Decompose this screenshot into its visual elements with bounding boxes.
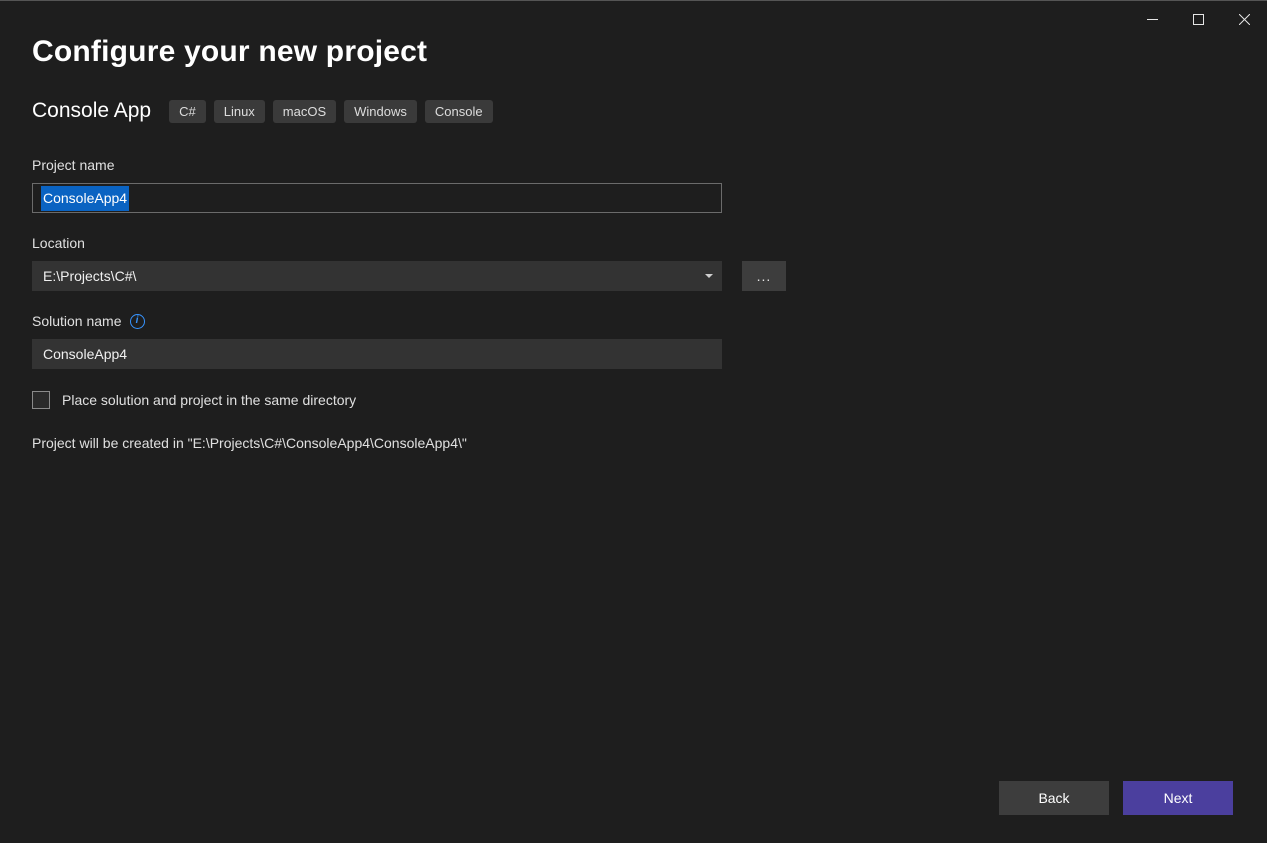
template-tag: Linux [214,100,265,123]
project-name-label: Project name [32,157,1235,173]
maximize-button[interactable] [1175,4,1221,34]
template-name: Console App [32,99,151,123]
chevron-down-icon [705,274,713,278]
project-name-value: ConsoleApp4 [41,186,129,211]
minimize-icon [1147,14,1158,25]
back-button[interactable]: Back [999,781,1109,815]
creation-path-text: Project will be created in "E:\Projects\… [32,435,1235,451]
info-icon[interactable]: i [130,314,145,329]
window-controls [1129,1,1267,37]
page-title: Configure your new project [32,35,1235,69]
browse-button[interactable]: ... [742,261,786,291]
location-combobox[interactable]: E:\Projects\C#\ [32,261,722,291]
solution-name-input[interactable]: ConsoleApp4 [32,339,722,369]
template-tag: macOS [273,100,336,123]
solution-name-value: ConsoleApp4 [43,346,127,362]
project-name-input[interactable]: ConsoleApp4 [32,183,722,213]
location-label: Location [32,235,1235,251]
dialog-footer: Back Next [999,781,1233,815]
template-tag: Console [425,100,493,123]
close-icon [1239,14,1250,25]
same-directory-label: Place solution and project in the same d… [62,392,356,408]
next-button[interactable]: Next [1123,781,1233,815]
template-header: Console App C# Linux macOS Windows Conso… [32,99,1235,123]
location-value: E:\Projects\C#\ [43,268,136,284]
minimize-button[interactable] [1129,4,1175,34]
template-tag: C# [169,100,206,123]
template-tag-list: C# Linux macOS Windows Console [169,100,493,123]
solution-name-label: Solution name [32,313,122,329]
maximize-icon [1193,14,1204,25]
close-button[interactable] [1221,4,1267,34]
template-tag: Windows [344,100,417,123]
same-directory-checkbox[interactable] [32,391,50,409]
